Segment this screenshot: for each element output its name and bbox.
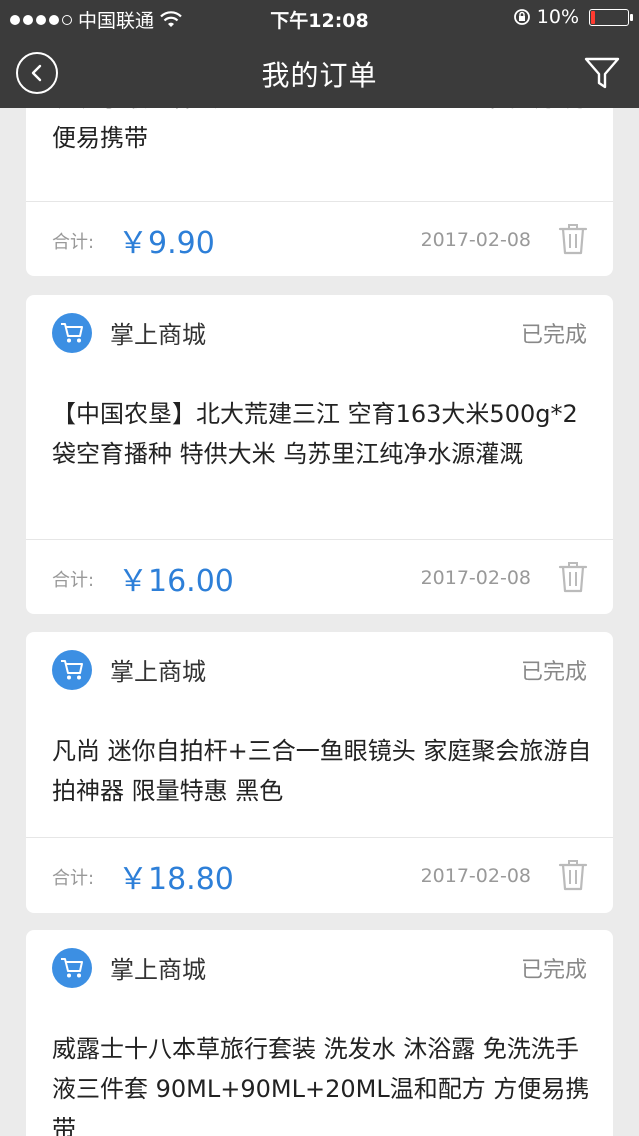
- filter-button[interactable]: [583, 54, 621, 92]
- status-badge: 已完成: [520, 660, 587, 685]
- order-card[interactable]: 掌上商城 已完成 威露士十八本草旅行套装 洗发水 沐浴露 免洗洗手液三件套 90…: [26, 930, 613, 1136]
- battery-icon: [589, 8, 633, 26]
- order-date: 2017-02-08: [420, 567, 531, 589]
- total-label: 合计:: [52, 868, 95, 889]
- top-bar: 中国联通 下午12:08 10% 我的订单: [0, 0, 639, 108]
- total-label: 合计:: [52, 232, 95, 253]
- status-bar: 中国联通 下午12:08 10%: [0, 0, 639, 36]
- battery-level: [591, 10, 595, 24]
- battery-percent: 10%: [536, 6, 579, 28]
- status-bar-right: 10%: [513, 6, 633, 28]
- order-footer: 合计: ￥16.00 2017-02-08: [26, 540, 613, 614]
- nav-bar: 我的订单: [0, 36, 639, 108]
- shopping-cart-icon: [52, 650, 92, 690]
- shop-name: 掌上商城: [110, 956, 206, 984]
- total-amount: ￥9.90: [118, 226, 215, 261]
- status-badge: 已完成: [520, 323, 587, 348]
- product-title: 洗洗手液三件套 90ML+90ML+20ML温和配方 方便易携带: [52, 108, 589, 152]
- trash-icon[interactable]: [557, 858, 589, 892]
- order-header: 掌上商城 已完成: [26, 295, 613, 367]
- order-card[interactable]: 掌上商城 已完成 凡尚 迷你自拍杆+三合一鱼眼镜头 家庭聚会旅游自拍神器 限量特…: [26, 632, 613, 913]
- product-title: 凡尚 迷你自拍杆+三合一鱼眼镜头 家庭聚会旅游自拍神器 限量特惠 黑色: [52, 737, 592, 805]
- order-card[interactable]: 掌上商城 已完成 【中国农垦】北大荒建三江 空育163大米500g*2袋空育播种…: [26, 295, 613, 614]
- order-footer: 合计: ￥9.90 2017-02-08: [26, 202, 613, 276]
- order-list[interactable]: 洗洗手液三件套 90ML+90ML+20ML温和配方 方便易携带 合计: ￥9.…: [0, 108, 639, 1136]
- total-label: 合计:: [52, 570, 95, 591]
- status-badge: 已完成: [520, 958, 587, 983]
- total-amount: ￥18.80: [118, 862, 234, 897]
- page-title: 我的订单: [261, 59, 378, 92]
- product-title: 威露士十八本草旅行套装 洗发水 沐浴露 免洗洗手液三件套 90ML+90ML+2…: [52, 1035, 590, 1136]
- order-footer: 合计: ￥18.80 2017-02-08: [26, 838, 613, 912]
- shop-name: 掌上商城: [110, 321, 206, 349]
- order-date: 2017-02-08: [420, 229, 531, 251]
- trash-icon[interactable]: [557, 222, 589, 256]
- shopping-cart-icon: [52, 948, 92, 988]
- total-amount: ￥16.00: [118, 564, 234, 599]
- order-header: 掌上商城 已完成: [26, 930, 613, 1002]
- order-date: 2017-02-08: [420, 865, 531, 887]
- trash-icon[interactable]: [557, 560, 589, 594]
- product-title: 【中国农垦】北大荒建三江 空育163大米500g*2袋空育播种 特供大米 乌苏里…: [52, 400, 578, 468]
- shop-name: 掌上商城: [110, 658, 206, 686]
- filter-icon: [584, 57, 620, 89]
- orientation-lock-icon: [513, 9, 530, 25]
- order-card[interactable]: 洗洗手液三件套 90ML+90ML+20ML温和配方 方便易携带 合计: ￥9.…: [26, 108, 613, 276]
- shopping-cart-icon: [52, 313, 92, 353]
- order-header: 掌上商城 已完成: [26, 632, 613, 704]
